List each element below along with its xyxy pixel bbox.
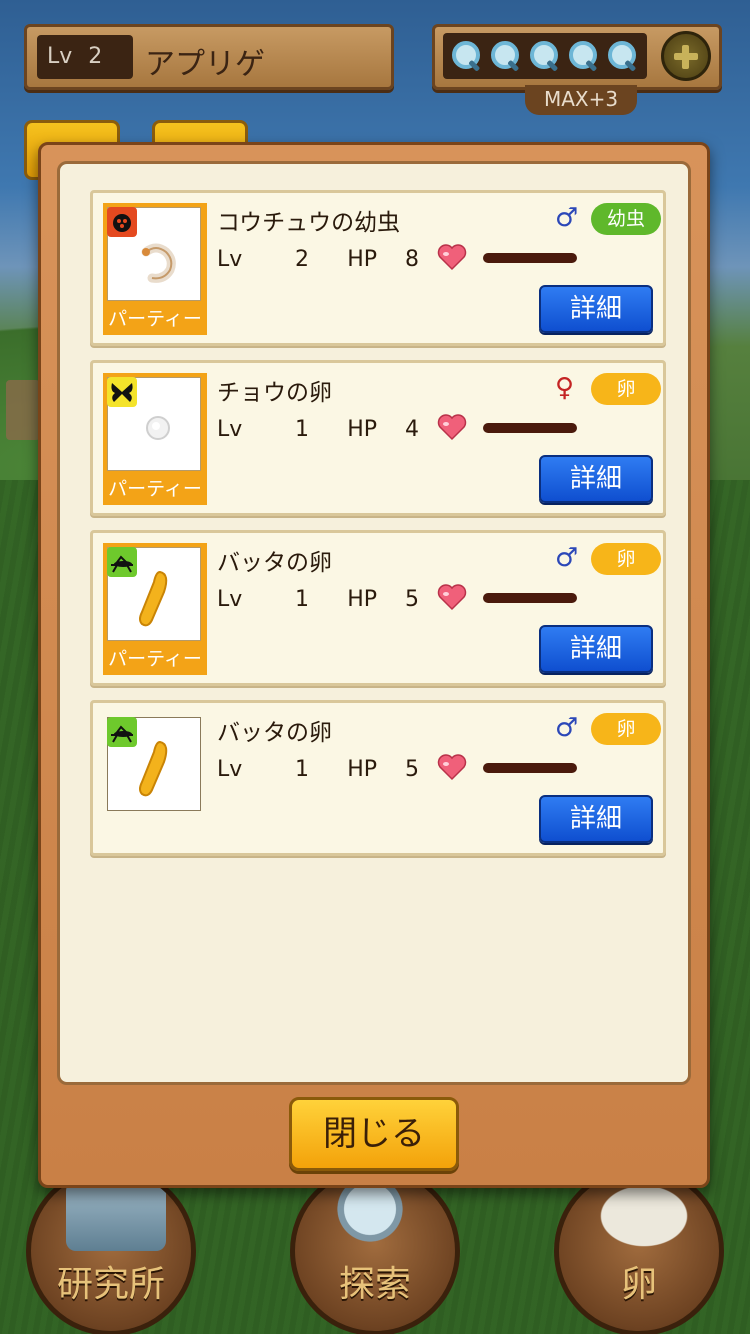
lv-value: 1 [295, 587, 309, 612]
detail-button[interactable]: 詳細 [539, 795, 653, 843]
magnifier-icon [606, 39, 640, 73]
insect-stats: Lv 1 HP 5 [217, 587, 419, 612]
heart-icon [437, 244, 467, 271]
hp-label: HP [347, 417, 377, 442]
insect-list: パーティー コウチュウの幼虫 Lv 2 HP 8 ♂ 幼虫 詳細 パーティー チ… [57, 161, 691, 1085]
nav-explore-label: 探索 [338, 1264, 411, 1305]
insect-list-dialog: パーティー コウチュウの幼虫 Lv 2 HP 8 ♂ 幼虫 詳細 パーティー チ… [38, 142, 710, 1188]
egg-icon [594, 1181, 694, 1251]
hp-label: HP [347, 757, 377, 782]
insect-stats: Lv 1 HP 5 [217, 757, 419, 782]
female-icon: ♀ [555, 373, 575, 403]
beetle-icon [107, 207, 137, 237]
search-max-label: MAX+3 [525, 85, 637, 115]
insect-name: バッタの卵 [217, 720, 332, 746]
detail-button[interactable]: 詳細 [539, 455, 653, 503]
stage-badge: 卵 [591, 713, 661, 745]
player-level-panel: Lv 2 アプリゲ [24, 24, 394, 90]
insect-card: パーティー チョウの卵 Lv 1 HP 4 ♀ 卵 詳細 [90, 360, 666, 516]
insect-thumbnail[interactable]: パーティー [103, 543, 207, 675]
lv-label: Lv [217, 757, 243, 782]
magnifier-icon [330, 1181, 430, 1251]
computer-icon [66, 1181, 166, 1251]
hp-value: 5 [405, 757, 419, 782]
close-button[interactable]: 閉じる [289, 1097, 459, 1171]
insect-thumbnail[interactable]: パーティー [103, 373, 207, 505]
hp-bar [483, 423, 577, 433]
hp-label: HP [347, 247, 377, 272]
insect-name: コウチュウの幼虫 [217, 210, 401, 236]
search-count-panel: MAX+3 [432, 24, 722, 115]
insect-card: バッタの卵 Lv 1 HP 5 ♂ 卵 詳細 [90, 700, 666, 856]
hp-label: HP [347, 587, 377, 612]
grasshopper-icon [107, 717, 137, 747]
add-search-button[interactable] [661, 31, 711, 81]
hp-value: 5 [405, 587, 419, 612]
player-name: アプリゲ [145, 47, 265, 82]
stage-badge: 卵 [591, 543, 661, 575]
nav-egg-label: 卵 [620, 1264, 657, 1305]
nav-explore-button[interactable]: 探索 [290, 1166, 460, 1334]
hp-bar [483, 253, 577, 263]
detail-button[interactable]: 詳細 [539, 625, 653, 673]
heart-icon [437, 414, 467, 441]
insect-card: パーティー バッタの卵 Lv 1 HP 5 ♂ 卵 詳細 [90, 530, 666, 686]
stage-badge: 幼虫 [591, 203, 661, 235]
grasshopper-icon [107, 547, 137, 577]
male-icon: ♂ [555, 543, 579, 573]
magnifier-icon [567, 39, 601, 73]
hp-bar [483, 593, 577, 603]
heart-icon [437, 754, 467, 781]
insect-thumbnail[interactable]: パーティー [103, 203, 207, 335]
insect-stats: Lv 2 HP 8 [217, 247, 419, 272]
nav-lab-label: 研究所 [56, 1264, 165, 1305]
lv-label: Lv [217, 587, 243, 612]
party-tag: パーティー [108, 478, 202, 500]
lv-value: 1 [295, 757, 309, 782]
party-tag: パーティー [108, 648, 202, 670]
background-fence [6, 380, 40, 440]
hp-bar [483, 763, 577, 773]
lv-value: 2 [295, 247, 309, 272]
insect-stats: Lv 1 HP 4 [217, 417, 419, 442]
search-slots [443, 33, 647, 79]
insect-name: バッタの卵 [217, 550, 332, 576]
magnifier-icon [489, 39, 523, 73]
magnifier-icon [450, 39, 484, 73]
male-icon: ♂ [555, 203, 579, 233]
hp-value: 4 [405, 417, 419, 442]
male-icon: ♂ [555, 713, 579, 743]
magnifier-icon [528, 39, 562, 73]
insect-name: チョウの卵 [217, 380, 332, 406]
lv-value: 1 [295, 417, 309, 442]
butterfly-icon [107, 377, 137, 407]
hp-value: 8 [405, 247, 419, 272]
lv-label: Lv [217, 417, 243, 442]
insect-card: パーティー コウチュウの幼虫 Lv 2 HP 8 ♂ 幼虫 詳細 [90, 190, 666, 346]
detail-button[interactable]: 詳細 [539, 285, 653, 333]
party-tag: パーティー [108, 308, 202, 330]
nav-lab-button[interactable]: 研究所 [26, 1166, 196, 1334]
heart-icon [437, 584, 467, 611]
stage-badge: 卵 [591, 373, 661, 405]
lv-label: Lv [217, 247, 243, 272]
nav-egg-button[interactable]: 卵 [554, 1166, 724, 1334]
level-value: 2 [88, 44, 103, 69]
insect-thumbnail[interactable] [103, 713, 207, 845]
level-box: Lv 2 [37, 35, 133, 79]
level-label: Lv [47, 44, 73, 69]
